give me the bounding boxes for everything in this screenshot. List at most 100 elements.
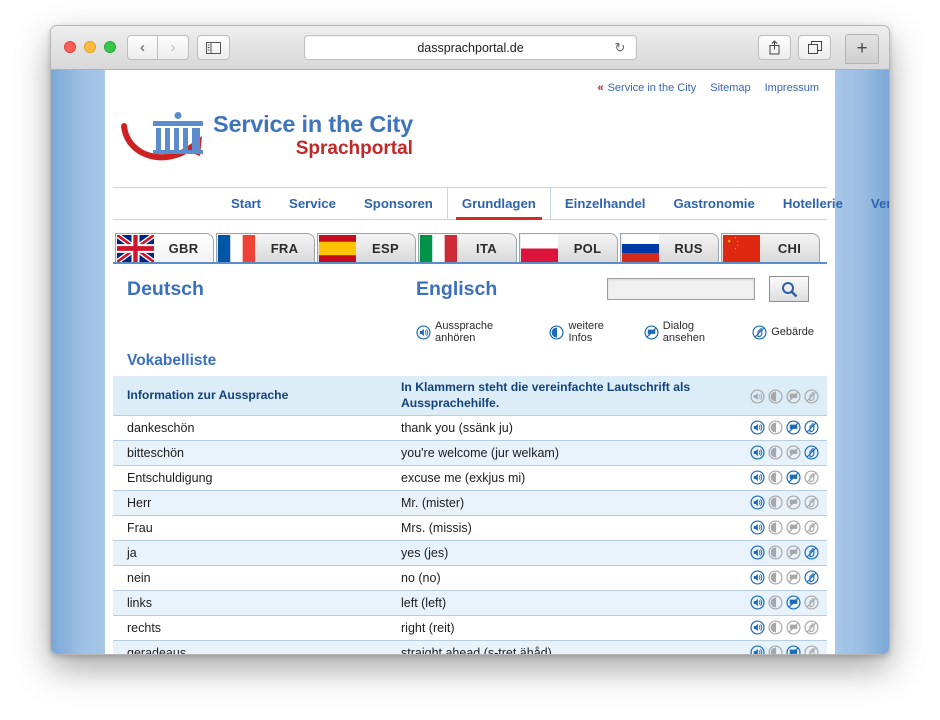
info-icon[interactable] — [768, 495, 783, 510]
utility-link-impressum[interactable]: Impressum — [765, 82, 819, 94]
sidebar-toggle-button[interactable] — [197, 35, 230, 60]
dialog-icon[interactable] — [786, 388, 801, 404]
vocab-source-term: rechts — [127, 620, 162, 635]
flag-ita-icon — [420, 234, 457, 262]
nav-item-gastronomie[interactable]: Gastronomie — [659, 188, 768, 219]
speaker-icon[interactable] — [750, 645, 765, 655]
dialog-icon[interactable] — [786, 495, 801, 510]
speaker-icon[interactable] — [750, 388, 765, 404]
vocab-target-term: right (reit) — [401, 620, 455, 635]
sign-language-icon — [752, 324, 767, 340]
speaker-icon[interactable] — [750, 545, 765, 560]
dialog-icon[interactable] — [786, 470, 801, 485]
speaker-icon[interactable] — [750, 520, 765, 535]
double-chevron-left-icon: « — [597, 82, 604, 94]
maximize-window-button[interactable] — [104, 41, 116, 53]
sidebar-icon — [206, 41, 221, 54]
info-icon[interactable] — [768, 445, 783, 460]
info-icon[interactable] — [768, 570, 783, 585]
vocab-row-actions — [735, 415, 827, 440]
sign-language-icon[interactable] — [804, 388, 819, 404]
sign-language-icon[interactable] — [804, 495, 819, 510]
info-icon[interactable] — [768, 388, 783, 404]
sign-language-icon[interactable] — [804, 595, 819, 610]
info-icon[interactable] — [768, 620, 783, 635]
site-logo[interactable]: Service in the City Sprachportal — [113, 94, 827, 182]
vocab-source-term: Entschuldigung — [127, 470, 213, 485]
page-gutter-left — [51, 70, 105, 654]
sign-language-icon[interactable] — [804, 570, 819, 585]
info-icon[interactable] — [768, 645, 783, 655]
speaker-icon[interactable] — [750, 420, 765, 435]
utility-link-service[interactable]: Service in the City — [608, 82, 697, 94]
flag-pol-icon — [521, 234, 558, 262]
share-button[interactable] — [758, 35, 791, 60]
nav-item-service[interactable]: Service — [275, 188, 350, 219]
speaker-icon[interactable] — [750, 620, 765, 635]
sign-language-icon[interactable] — [804, 520, 819, 535]
speaker-icon[interactable] — [750, 495, 765, 510]
dialog-icon[interactable] — [786, 545, 801, 560]
nav-item-verkehr[interactable]: Verkehr — [857, 188, 889, 219]
page-content: « Service in the City Sitemap Impressum S… — [105, 70, 889, 655]
language-tab-gbr[interactable]: GBR — [115, 233, 214, 262]
speaker-icon[interactable] — [750, 595, 765, 610]
sign-language-icon[interactable] — [804, 545, 819, 560]
info-icon[interactable] — [768, 420, 783, 435]
forward-button[interactable]: › — [158, 35, 189, 60]
sign-language-icon[interactable] — [804, 445, 819, 460]
language-tab-rus[interactable]: RUS — [620, 233, 719, 262]
speaker-icon[interactable] — [750, 445, 765, 460]
sign-language-icon[interactable] — [804, 620, 819, 635]
search-input[interactable] — [607, 278, 755, 300]
language-tab-chi[interactable]: CHI — [721, 233, 820, 262]
reload-icon[interactable]: ↻ — [612, 40, 628, 56]
tab-overview-button[interactable] — [798, 35, 831, 60]
language-tab-label: GBR — [168, 240, 199, 256]
dialog-icon[interactable] — [786, 645, 801, 655]
nav-item-hotellerie[interactable]: Hotellerie — [769, 188, 857, 219]
close-window-button[interactable] — [64, 41, 76, 53]
vocab-row-actions — [735, 465, 827, 490]
vocab-source-term: links — [127, 595, 153, 610]
speaker-icon[interactable] — [750, 470, 765, 485]
vocab-row-actions — [735, 540, 827, 565]
new-tab-button[interactable]: + — [845, 34, 879, 64]
logo-wordmark: Service in the City Sprachportal — [213, 111, 413, 160]
language-tab-ita[interactable]: ITA — [418, 233, 517, 262]
search-button[interactable] — [769, 276, 809, 302]
info-icon[interactable] — [768, 545, 783, 560]
speaker-icon[interactable] — [750, 570, 765, 585]
sign-language-icon[interactable] — [804, 420, 819, 435]
dialog-icon[interactable] — [786, 420, 801, 435]
nav-item-sponsoren[interactable]: Sponsoren — [350, 188, 447, 219]
page-gutter-right — [835, 70, 889, 654]
nav-item-grundlagen[interactable]: Grundlagen — [446, 188, 551, 220]
nav-item-start[interactable]: Start — [217, 188, 275, 219]
vocab-row-actions — [735, 615, 827, 640]
dialog-icon[interactable] — [786, 595, 801, 610]
back-button[interactable]: ‹ — [127, 35, 158, 60]
sign-language-icon[interactable] — [804, 645, 819, 655]
info-icon[interactable] — [768, 470, 783, 485]
minimize-window-button[interactable] — [84, 41, 96, 53]
language-tab-pol[interactable]: POL — [519, 233, 618, 262]
language-tab-esp[interactable]: ESP — [317, 233, 416, 262]
language-tab-fra[interactable]: FRA — [216, 233, 315, 262]
dialog-icon[interactable] — [786, 520, 801, 535]
address-bar[interactable]: dassprachportal.de ↻ — [304, 35, 637, 60]
info-icon[interactable] — [768, 595, 783, 610]
utility-link-sitemap[interactable]: Sitemap — [710, 82, 750, 94]
dialog-icon[interactable] — [786, 620, 801, 635]
language-tabs: GBR FRA ESP ITA POL RUS CHI — [113, 233, 827, 264]
table-row: ja yes (jes) — [113, 540, 827, 566]
dialog-icon[interactable] — [786, 445, 801, 460]
sign-language-icon[interactable] — [804, 470, 819, 485]
language-tab-label: POL — [573, 240, 602, 256]
vocab-source-term: bitteschön — [127, 445, 184, 460]
vocab-target-term: no (no) — [401, 570, 441, 585]
info-icon[interactable] — [768, 520, 783, 535]
dialog-icon[interactable] — [786, 570, 801, 585]
nav-item-einzelhandel[interactable]: Einzelhandel — [551, 188, 660, 219]
flag-fra-icon — [218, 234, 255, 262]
